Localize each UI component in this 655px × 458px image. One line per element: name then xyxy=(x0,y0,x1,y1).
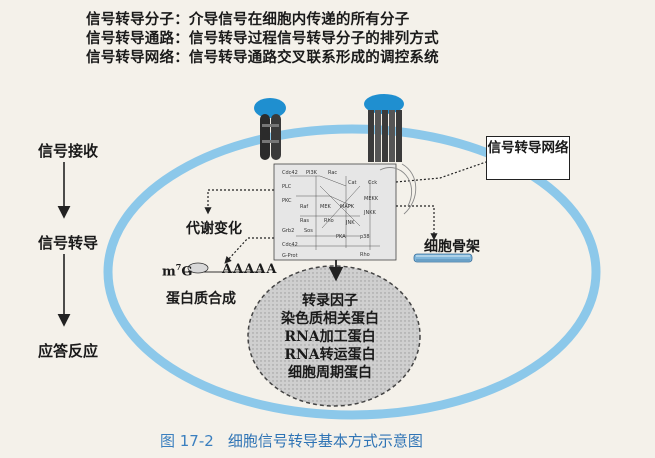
svg-text:MEK: MEK xyxy=(320,204,331,210)
svg-text:Raf: Raf xyxy=(300,204,308,210)
receptor-right xyxy=(364,94,404,162)
svg-text:Cdc42: Cdc42 xyxy=(282,242,298,248)
pathway-network-box: Cdc42 PI3K Rac Cat Cck PLC PKC Raf MEK M… xyxy=(273,163,397,261)
flow-signal-reception: 信号接收 xyxy=(38,142,99,160)
svg-text:MAPK: MAPK xyxy=(340,204,355,210)
flow-response: 应答反应 xyxy=(38,342,99,360)
cytoskeleton-label: 细胞骨架 xyxy=(424,239,480,255)
svg-text:Ras: Ras xyxy=(300,218,309,224)
svg-text:PLC: PLC xyxy=(282,184,292,190)
metabolism-label: 代谢变化 xyxy=(186,221,242,237)
svg-text:MEKK: MEKK xyxy=(364,196,379,202)
svg-text:Cdc42: Cdc42 xyxy=(282,170,298,176)
svg-text:PKC: PKC xyxy=(282,198,292,204)
figure-title: 细胞信号转导基本方式示意图 xyxy=(227,432,423,450)
nucleus-item-transcription-factor: 转录因子 xyxy=(302,293,358,309)
svg-text:p38: p38 xyxy=(360,234,370,240)
nucleus-item-cell-cycle: 细胞周期蛋白 xyxy=(288,365,372,381)
svg-text:Grb2: Grb2 xyxy=(282,228,294,234)
nucleus-item-rna-processing: RNA加工蛋白 xyxy=(284,329,376,345)
figure-number: 图 17-2 xyxy=(160,432,214,450)
svg-text:Rac: Rac xyxy=(328,170,337,176)
mrna-polya-tail: AAAAA xyxy=(222,262,278,277)
network-label: 信号转导网络 xyxy=(486,136,570,180)
svg-text:JNKK: JNKK xyxy=(363,210,376,216)
svg-text:Cat: Cat xyxy=(348,180,357,186)
nucleus-item-rna-transport: RNA转运蛋白 xyxy=(284,347,376,363)
figure-caption: 图 17-2 细胞信号转导基本方式示意图 xyxy=(160,430,423,451)
svg-text:PI3K: PI3K xyxy=(306,170,318,176)
svg-text:Rho: Rho xyxy=(360,252,370,258)
flow-signal-transduction: 信号转导 xyxy=(38,234,99,252)
svg-text:G-Prot: G-Prot xyxy=(282,253,298,259)
nucleus-item-chromatin-protein: 染色质相关蛋白 xyxy=(281,311,379,327)
svg-text:PKA: PKA xyxy=(336,234,346,240)
svg-text:JNK: JNK xyxy=(345,220,355,226)
svg-text:Rho: Rho xyxy=(324,218,334,224)
protein-synthesis-label: 蛋白质合成 xyxy=(166,291,236,307)
receptor-left xyxy=(254,98,286,160)
mrna-cap-label: m7G xyxy=(162,262,193,280)
svg-text:Cck: Cck xyxy=(368,180,377,186)
diagram-canvas: Cdc42 PI3K Rac Cat Cck PLC PKC Raf MEK M… xyxy=(57,94,601,420)
svg-text:Sos: Sos xyxy=(304,228,313,234)
